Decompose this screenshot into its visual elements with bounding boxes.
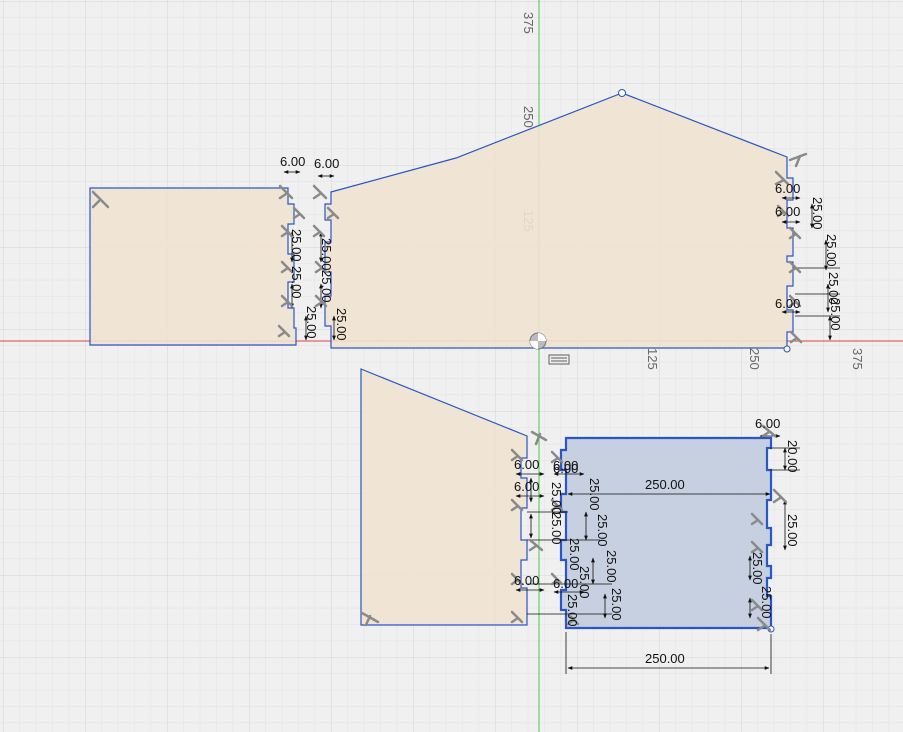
sketch-canvas[interactable]: 375 250 125 125 250 375 — [0, 0, 903, 732]
dim-bottom-w4[interactable]: 6.00 — [514, 573, 539, 588]
dim-bottom-v2[interactable]: 25.00 — [587, 478, 602, 511]
dim-right-w[interactable]: 6.00 — [755, 416, 780, 431]
layer-icon[interactable] — [548, 354, 570, 365]
dim-right-v3[interactable]: 25.00 — [750, 552, 765, 585]
dim-inner-width[interactable]: 250.00 — [645, 477, 685, 492]
dim-bottom-v8[interactable]: 25.00 — [565, 594, 580, 627]
profile-selected-rect[interactable] — [559, 436, 773, 630]
dim-top-right-w2[interactable]: 6.00 — [775, 204, 800, 219]
dim-top-right-w1[interactable]: 6.00 — [775, 181, 800, 196]
dim-top-left-width-b[interactable]: 6.00 — [314, 156, 339, 171]
x-axis-label-250: 250 — [747, 348, 762, 370]
dim-bottom-w5[interactable]: 6.00 — [553, 576, 578, 591]
dim-top-right-v2[interactable]: 25.00 — [824, 234, 839, 267]
dim-right-v2[interactable]: 25.00 — [785, 514, 800, 547]
dim-bottom-w6[interactable]: 6.00 — [553, 458, 578, 473]
apex-point[interactable] — [618, 89, 626, 97]
dim-bottom-v9[interactable]: 25.00 — [549, 512, 564, 545]
x-axis-label-125: 125 — [645, 348, 660, 370]
dim-top-left-v1[interactable]: 25.00 — [289, 229, 304, 262]
dim-top-left-v2[interactable]: 25.00 — [289, 266, 304, 299]
profile-top-left[interactable] — [89, 187, 297, 346]
dim-top-left-v3[interactable]: 25.00 — [319, 238, 334, 271]
dim-top-left-width-a[interactable]: 6.00 — [280, 154, 305, 169]
dim-bottom-v3[interactable]: 25.00 — [595, 514, 610, 547]
origin-icon[interactable] — [529, 332, 547, 350]
dim-bottom-v1[interactable]: 25.00 — [549, 482, 564, 515]
y-axis-label-250: 250 — [521, 106, 536, 128]
dim-top-left-v5[interactable]: 25.00 — [304, 306, 319, 339]
dim-top-left-v4[interactable]: 25.00 — [319, 270, 334, 303]
dim-bottom-v7[interactable]: 25.00 — [609, 588, 624, 621]
dim-bottom-v5[interactable]: 25.00 — [604, 550, 619, 583]
dim-top-right-w3[interactable]: 6.00 — [775, 296, 800, 311]
dim-right-v4[interactable]: 25.00 — [759, 586, 774, 619]
y-axis-label-375: 375 — [521, 12, 536, 34]
dim-top-right-v1[interactable]: 25.00 — [810, 197, 825, 230]
dim-bottom-w3[interactable]: 6.00 — [514, 479, 539, 494]
dim-bottom-w1[interactable]: 6.00 — [514, 457, 539, 472]
corner-point[interactable] — [783, 345, 791, 353]
dim-right-v1[interactable]: 20.00 — [785, 440, 800, 473]
dim-top-left-v6[interactable]: 25.00 — [334, 308, 349, 341]
x-axis-label-375: 375 — [850, 348, 865, 370]
dim-bottom-width[interactable]: 250.00 — [645, 651, 685, 666]
dim-top-right-v4[interactable]: 25.00 — [828, 298, 843, 331]
